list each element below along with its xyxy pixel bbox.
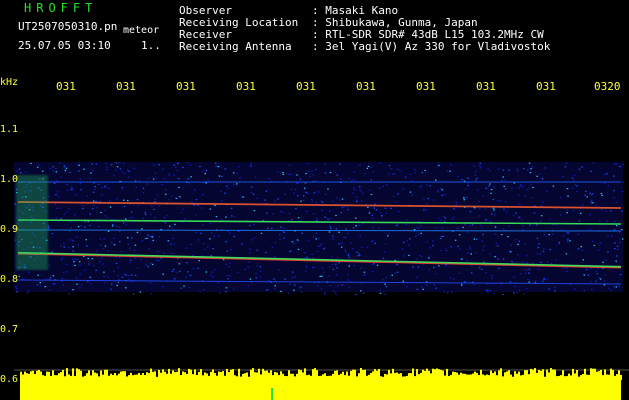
y-label-0-7: 0.7 [0,324,19,335]
meteor-label: meteor [123,25,160,36]
time-tick-5: 031 [296,80,316,93]
info-value-antenna: : 3el Yagi(V) Az 330 for Vladivostok [312,40,551,53]
time-tick-10: 0320 [594,80,621,93]
noise-floor-band [20,380,621,400]
y-label-0-6: 0.6 [0,374,19,385]
spectrogram-plot [14,162,629,400]
time-tick-2: 031 [116,80,136,93]
time-tick-7: 031 [416,80,436,93]
info-label-antenna: Receiving Antenna [179,40,292,53]
time-tick-6: 031 [356,80,376,93]
y-label-1-0: 1.0 [0,174,19,185]
time-tick-1: 031 [56,80,76,93]
time-tick-8: 031 [476,80,496,93]
time-tick-9: 031 [536,80,556,93]
time-tick-3: 031 [176,80,196,93]
y-label-0-8: 0.8 [0,274,19,285]
date-time: 25.07.05 03:10 [18,39,111,52]
y-label-0-9: 0.9 [0,224,19,235]
time-tick-4: 031 [236,80,256,93]
app-title: HROFFT [24,1,98,15]
y-unit: kHz [0,77,19,88]
y-label-1-1: 1.1 [0,124,19,135]
file-name: UT2507050310.pn [18,20,118,33]
mark-indicator: 1.. [141,39,161,52]
